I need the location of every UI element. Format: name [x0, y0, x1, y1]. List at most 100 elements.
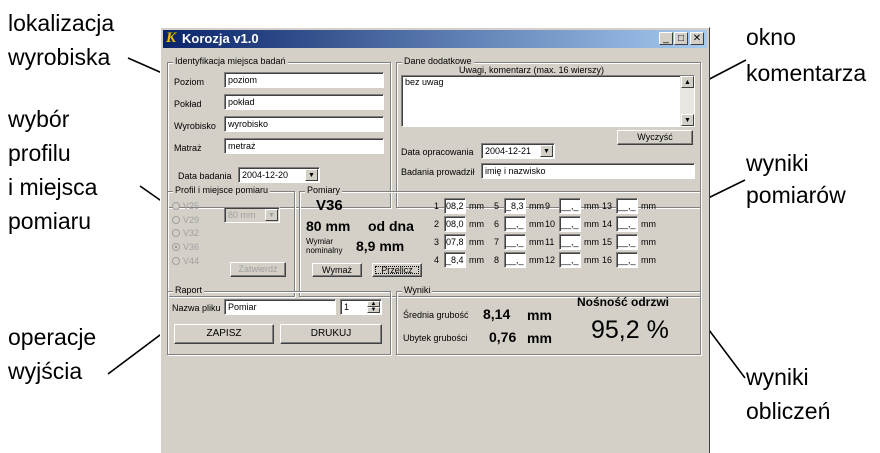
radio-label: V36: [183, 242, 200, 252]
measurement-unit: mm: [469, 237, 484, 247]
filename-label: Nazwa pliku: [172, 303, 221, 313]
measurement-number: 7: [494, 237, 500, 247]
filename-input[interactable]: Pomiar: [224, 299, 336, 315]
measurement-input-10[interactable]: __,_: [559, 216, 581, 232]
maximize-button[interactable]: □: [674, 32, 688, 45]
date-badania-picker[interactable]: 2004-12-20 ▼: [238, 167, 320, 183]
annotation-wyniki-pomiarow-1: wyniki: [746, 150, 809, 176]
close-button[interactable]: ✕: [690, 32, 704, 45]
avg-thickness-value: 8,14: [483, 306, 511, 322]
person-label: Badania prowadził: [401, 167, 475, 177]
annotation-pomiaru: pomiaru: [8, 208, 92, 234]
annotation-komentarza: komentarza: [746, 60, 867, 86]
measurement-input-12[interactable]: __,_: [559, 252, 581, 268]
capacity-value: 95,2 %: [591, 316, 669, 344]
measurement-input-3[interactable]: 07,8: [444, 234, 466, 250]
results-title: Wyniki: [402, 285, 433, 295]
save-button[interactable]: ZAPISZ: [174, 324, 274, 344]
measurement-input-2[interactable]: 08,0: [444, 216, 466, 232]
measurement-input-1[interactable]: 08,2: [444, 198, 466, 214]
radio-circle[interactable]: [172, 229, 180, 237]
measurement-input-9[interactable]: __,_: [559, 198, 581, 214]
comment-textarea[interactable]: bez uwag ▲ ▼: [401, 75, 695, 127]
measurement-number: 5: [494, 201, 500, 211]
measurement-number: 3: [434, 237, 440, 247]
measurement-unit: mm: [529, 255, 544, 265]
wyrobisko-input[interactable]: wyrobisko: [224, 116, 384, 132]
date-opracowania-picker[interactable]: 2004-12-21 ▼: [481, 143, 555, 159]
person-input[interactable]: imię i nazwisko: [481, 163, 695, 179]
measurement-input-4[interactable]: _8,4: [444, 252, 466, 268]
comment-text: bez uwag: [405, 77, 444, 87]
minimize-button[interactable]: _: [659, 32, 673, 45]
measurement-input-7[interactable]: __,_: [504, 234, 526, 250]
measurement-input-16[interactable]: __,_: [616, 252, 638, 268]
measurement-number: 1: [434, 201, 440, 211]
measurement-number: 16: [602, 255, 613, 265]
scroll-up-icon[interactable]: ▲: [681, 76, 694, 88]
spin-down-icon[interactable]: ▼: [367, 307, 380, 313]
annotation-wybor: wybór: [8, 106, 70, 132]
measurement-unit: mm: [469, 219, 484, 229]
app-window: K Korozja v1.0 _ □ ✕ Identyfikacja miejs…: [160, 27, 710, 453]
scroll-down-icon[interactable]: ▼: [681, 114, 694, 126]
measurement-number: 6: [494, 219, 500, 229]
measurement-unit: mm: [584, 237, 599, 247]
window-title: Korozja v1.0: [182, 31, 259, 46]
matraz-label: Matraż: [174, 143, 202, 153]
measurement-input-8[interactable]: __,_: [504, 252, 526, 268]
nominal-label-1: Wymiar: [306, 237, 334, 246]
position-select[interactable]: 80 mm ▼: [224, 207, 280, 223]
measurement-unit: mm: [469, 201, 484, 211]
annotation-lokalizacja: lokalizacja: [8, 10, 115, 36]
measurement-number: 15: [602, 237, 613, 247]
measurement-number: 12: [545, 255, 556, 265]
print-button[interactable]: DRUKUJ: [280, 324, 382, 344]
measurements-group: Pomiary V36 80 mm od dna Wymiar nominaln…: [299, 185, 701, 297]
measurement-input-11[interactable]: __,_: [559, 234, 581, 250]
recalculate-button[interactable]: Przelicz: [372, 263, 422, 277]
copies-value: 1: [344, 302, 350, 312]
poziom-input[interactable]: poziom: [224, 72, 384, 88]
measurement-input-15[interactable]: __,_: [616, 234, 638, 250]
chevron-down-icon[interactable]: ▼: [265, 209, 278, 221]
nominal-label-2: nominalny: [306, 246, 343, 255]
radio-circle-selected[interactable]: [172, 243, 180, 251]
annotation-i-miejsca: i miejsca: [8, 174, 98, 200]
radio-circle[interactable]: [172, 257, 180, 265]
radio-circle[interactable]: [172, 202, 180, 210]
clear-measurements-button[interactable]: Wymaż: [312, 263, 362, 277]
measurement-unit: mm: [641, 237, 656, 247]
poklad-input[interactable]: pokład: [224, 94, 384, 110]
chevron-down-icon[interactable]: ▼: [305, 169, 318, 181]
radio-circle[interactable]: [172, 216, 180, 224]
results-group: Wyniki Średnia grubość 8,14 mm Ubytek gr…: [396, 285, 701, 355]
chevron-down-icon[interactable]: ▼: [540, 145, 553, 157]
report-group: Raport Nazwa pliku Pomiar 1 ▲ ▼ ZAPISZ D…: [167, 285, 391, 355]
measurement-input-6[interactable]: __,_: [504, 216, 526, 232]
measurement-unit: mm: [529, 237, 544, 247]
measurement-unit: mm: [584, 201, 599, 211]
radio-label: V25: [183, 201, 200, 211]
measurement-unit: mm: [469, 255, 484, 265]
confirm-button[interactable]: Zatwierdź: [230, 262, 286, 277]
title-bar[interactable]: K Korozja v1.0 _ □ ✕: [163, 30, 707, 48]
annotation-operacje: operacje: [8, 324, 97, 350]
measurement-unit: mm: [584, 219, 599, 229]
measurement-input-13[interactable]: __,_: [616, 198, 638, 214]
radio-label: V32: [183, 228, 200, 238]
matraz-input[interactable]: metraż: [224, 138, 384, 154]
identification-title: Identyfikacja miejsca badań: [173, 56, 288, 66]
measurement-input-5[interactable]: _8,3: [504, 198, 526, 214]
copies-spinner[interactable]: 1 ▲ ▼: [340, 299, 382, 315]
annotation-okno: okno: [746, 24, 796, 50]
measurement-input-14[interactable]: __,_: [616, 216, 638, 232]
measurement-number: 14: [602, 219, 613, 229]
annotation-wyniki-obliczen-2: obliczeń: [746, 398, 831, 424]
clear-comment-button[interactable]: Wyczyść: [617, 130, 693, 145]
measurement-unit: mm: [641, 255, 656, 265]
comment-scrollbar[interactable]: ▲ ▼: [680, 76, 694, 126]
extra-data-group: Dane dodatkowe Uwagi, komentarz (max. 16…: [396, 56, 701, 208]
avg-thickness-label: Średnia grubość: [403, 310, 469, 320]
measurement-number: 2: [434, 219, 440, 229]
